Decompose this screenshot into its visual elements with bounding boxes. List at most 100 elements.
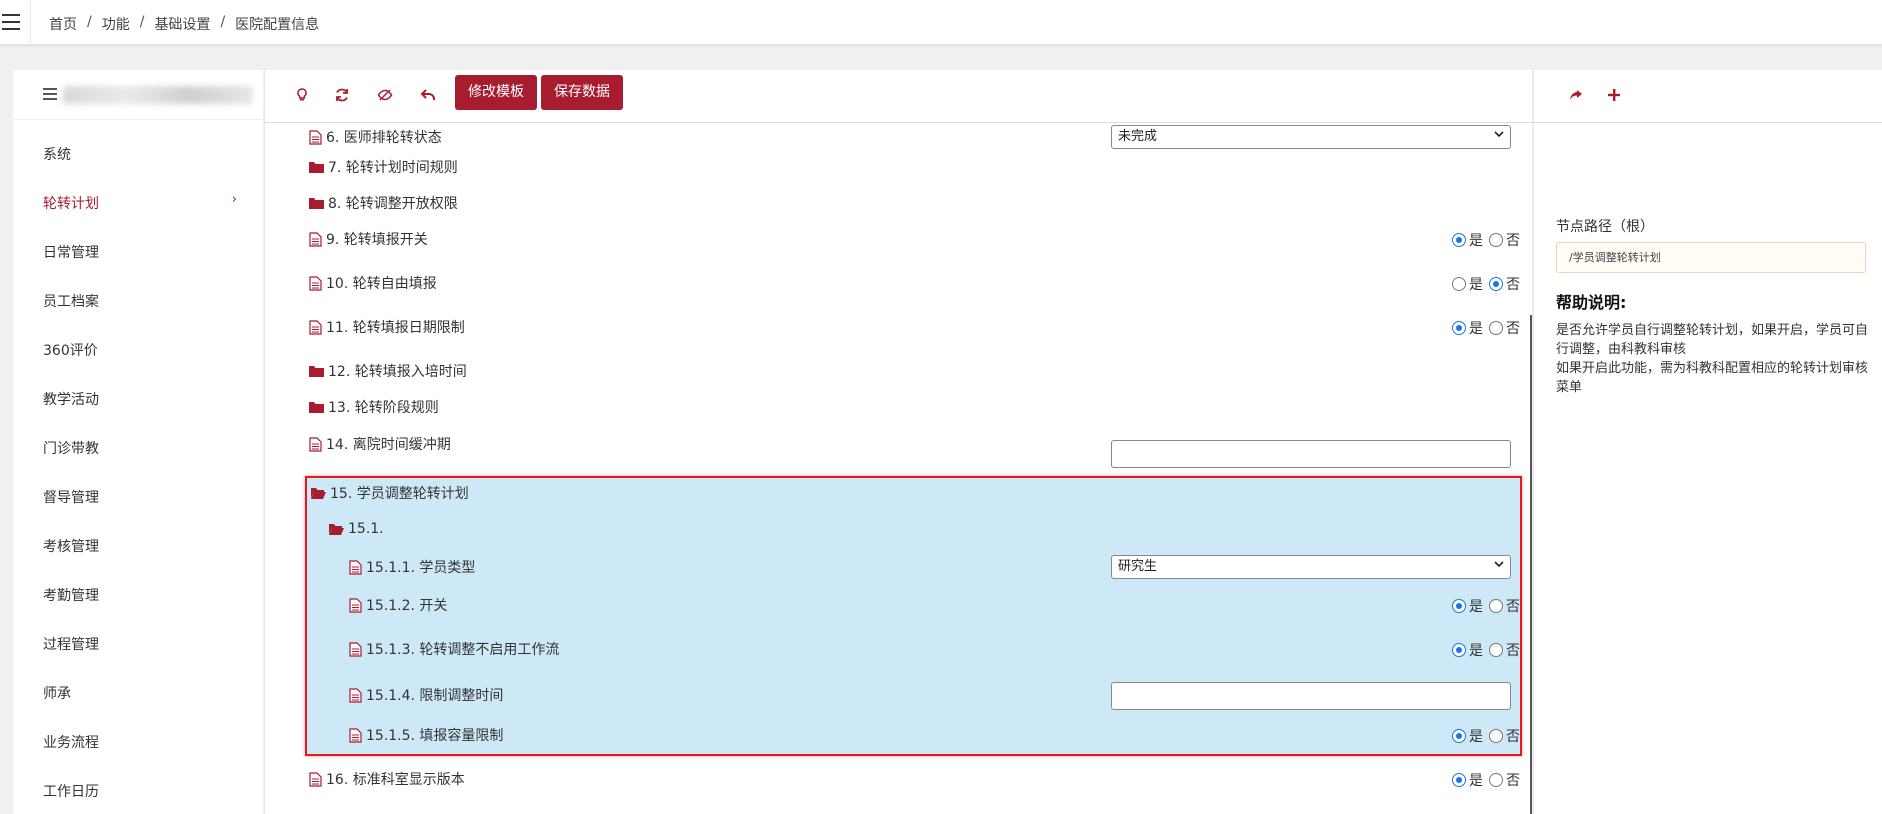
document-icon: [349, 597, 362, 613]
radio-yes[interactable]: [1452, 729, 1466, 743]
share-icon[interactable]: [1564, 83, 1588, 107]
sidebar-item-360-evaluation[interactable]: 360评价: [43, 340, 98, 360]
radio-no-label: 否: [1506, 773, 1520, 789]
tree-node-13[interactable]: 13. 轮转阶段规则: [309, 396, 439, 418]
undo-icon[interactable]: [416, 83, 440, 107]
tree-node-8[interactable]: 8. 轮转调整开放权限: [309, 192, 458, 214]
blurred-hospital-name: [63, 86, 253, 104]
breadcrumb-function[interactable]: 功能: [102, 14, 130, 34]
sidebar-item-attendance[interactable]: 考勤管理: [43, 585, 99, 605]
leave-buffer-input[interactable]: [1111, 440, 1511, 468]
sidebar-item-process[interactable]: 过程管理: [43, 634, 99, 654]
student-type-select[interactable]: 研究生: [1111, 555, 1511, 579]
sidebar-item-supervision[interactable]: 督导管理: [43, 487, 99, 507]
sidebar-item-staff-archive[interactable]: 员工档案: [43, 291, 99, 311]
node-path-field[interactable]: /学员调整轮转计划: [1556, 242, 1866, 273]
hamburger-menu-icon[interactable]: [2, 14, 20, 30]
tree-node-15-1-2[interactable]: 15.1.2. 开关: [349, 594, 447, 616]
help-title: 帮助说明:: [1556, 293, 1627, 312]
save-data-button[interactable]: 保存数据: [541, 75, 623, 110]
tree-node-15-1-3[interactable]: 15.1.3. 轮转调整不启用工作流: [349, 638, 559, 660]
tree-node-15-1-1[interactable]: 15.1.1. 学员类型: [349, 556, 475, 578]
rotation-status-select[interactable]: 未完成: [1111, 125, 1511, 149]
main-toolbar: 修改模板 保存数据: [265, 70, 1533, 123]
folder-open-icon: [311, 488, 326, 499]
tree-node-label: 13. 轮转阶段规则: [328, 400, 439, 416]
document-icon: [309, 231, 322, 247]
breadcrumb-basic-settings[interactable]: 基础设置: [154, 14, 210, 34]
tree-node-label: 16. 标准科室显示版本: [326, 772, 465, 788]
tree-node-12[interactable]: 12. 轮转填报入培时间: [309, 360, 467, 382]
list-menu-icon[interactable]: [43, 88, 57, 100]
radio-yes-label: 是: [1469, 599, 1483, 615]
tree-node-15-1-5[interactable]: 15.1.5. 填报容量限制: [349, 724, 503, 746]
sidebar-item-assessment[interactable]: 考核管理: [43, 536, 99, 556]
tree-node-label: 15.1.3. 轮转调整不启用工作流: [366, 642, 560, 658]
radio-yes[interactable]: [1452, 599, 1466, 613]
radio-no[interactable]: [1489, 599, 1503, 613]
yes-no-radio-group: 是 否: [1452, 770, 1520, 790]
tree-node-label: 7. 轮转计划时间规则: [328, 160, 458, 176]
breadcrumb: 首页 / 功能 / 基础设置 / 医院配置信息: [49, 14, 319, 34]
tree-node-14[interactable]: 14. 离院时间缓冲期: [309, 433, 451, 455]
tree-node-10[interactable]: 10. 轮转自由填报: [309, 272, 437, 294]
select-value: 研究生: [1118, 559, 1158, 574]
sidebar-item-outpatient-teaching[interactable]: 门诊带教: [43, 438, 99, 458]
main-scrollbar[interactable]: [1530, 315, 1532, 814]
tree-node-label: 12. 轮转填报入培时间: [328, 364, 467, 380]
breadcrumb-separator: /: [139, 14, 145, 30]
yes-no-radio-group: 是 否: [1452, 596, 1520, 616]
help-line-2: 如果开启此功能，需为科教科配置相应的轮转计划审核菜单: [1556, 361, 1869, 395]
sidebar-item-system[interactable]: 系统: [43, 144, 71, 164]
document-icon: [349, 727, 362, 743]
tree-node-15[interactable]: 15. 学员调整轮转计划: [311, 482, 469, 504]
plus-icon[interactable]: [1602, 83, 1626, 107]
radio-yes[interactable]: [1452, 321, 1466, 335]
sidebar-item-teaching-activity[interactable]: 教学活动: [43, 389, 99, 409]
breadcrumb-home[interactable]: 首页: [49, 14, 77, 34]
radio-no[interactable]: [1489, 773, 1503, 787]
radio-yes[interactable]: [1452, 773, 1466, 787]
breadcrumb-separator: /: [220, 14, 226, 30]
folder-icon: [309, 366, 324, 377]
chevron-right-icon: ›: [231, 192, 237, 207]
refresh-icon[interactable]: [330, 83, 354, 107]
radio-yes[interactable]: [1452, 277, 1466, 291]
sidebar-item-mentorship[interactable]: 师承: [43, 683, 71, 703]
radio-no-label: 否: [1506, 277, 1520, 293]
radio-yes[interactable]: [1452, 233, 1466, 247]
radio-no-label: 否: [1506, 321, 1520, 337]
tree-node-label: 11. 轮转填报日期限制: [326, 320, 465, 336]
radio-yes[interactable]: [1452, 643, 1466, 657]
radio-no[interactable]: [1489, 277, 1503, 291]
sidebar-item-daily-management[interactable]: 日常管理: [43, 242, 99, 262]
breadcrumb-separator: /: [87, 14, 92, 30]
yes-no-radio-group: 是 否: [1452, 230, 1520, 250]
tree-node-6[interactable]: 6. 医师排轮转状态: [309, 126, 442, 148]
radio-no[interactable]: [1489, 729, 1503, 743]
radio-no[interactable]: [1489, 233, 1503, 247]
breadcrumb-hospital-config: 医院配置信息: [235, 17, 320, 33]
tree-node-15-1-4[interactable]: 15.1.4. 限制调整时间: [349, 684, 503, 706]
tree-node-15-1[interactable]: 15.1.: [329, 518, 384, 540]
tree-node-7[interactable]: 7. 轮转计划时间规则: [309, 156, 458, 178]
document-icon: [349, 687, 362, 703]
limit-adjust-time-input[interactable]: [1111, 682, 1511, 710]
radio-no[interactable]: [1489, 643, 1503, 657]
folder-icon: [309, 402, 324, 413]
tree-node-9[interactable]: 9. 轮转填报开关: [309, 228, 428, 250]
document-icon: [349, 641, 362, 657]
sidebar-item-work-calendar[interactable]: 工作日历: [43, 781, 99, 801]
yes-no-radio-group: 是 否: [1452, 318, 1520, 338]
eye-slash-icon[interactable]: [373, 83, 397, 107]
document-icon: [349, 559, 362, 575]
sidebar-item-workflow[interactable]: 业务流程: [43, 732, 99, 752]
tree-node-11[interactable]: 11. 轮转填报日期限制: [309, 316, 465, 338]
tree-node-16[interactable]: 16. 标准科室显示版本: [309, 768, 465, 790]
sidebar-item-rotation-plan[interactable]: 轮转计划: [43, 193, 99, 213]
radio-no[interactable]: [1489, 321, 1503, 335]
edit-template-button[interactable]: 修改模板: [455, 75, 537, 110]
tree-node-label: 15.1.: [348, 521, 384, 537]
lightbulb-icon[interactable]: [290, 83, 314, 107]
radio-yes-label: 是: [1469, 321, 1483, 337]
